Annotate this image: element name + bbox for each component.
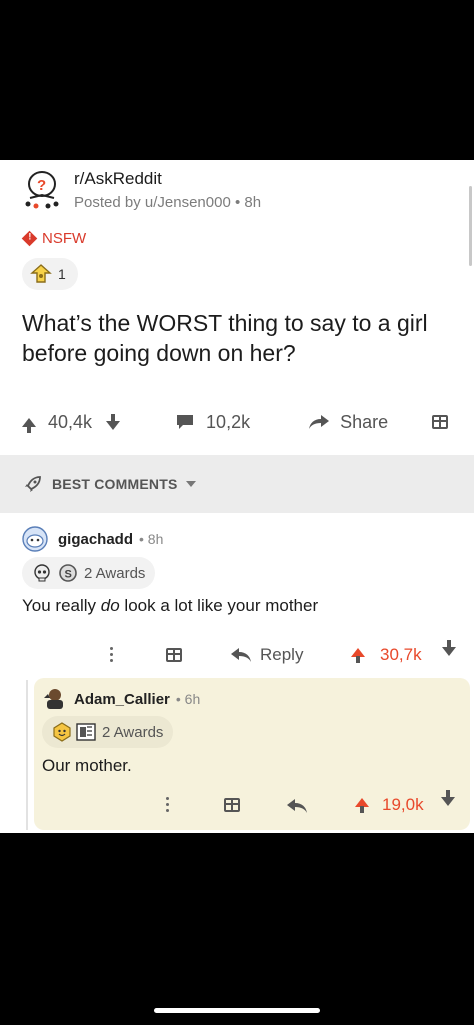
nsfw-label: NSFW: [42, 230, 87, 247]
post-score: 40,4k: [48, 411, 93, 432]
more-options-icon[interactable]: [166, 797, 169, 812]
award-gift-icon[interactable]: [224, 798, 240, 812]
comment-username[interactable]: gigachadd: [58, 531, 133, 548]
comment-award-count: 2 Awards: [102, 723, 164, 741]
comment-time: • 8h: [139, 531, 164, 547]
share-label: Share: [340, 411, 389, 432]
comment-time: • 6h: [175, 691, 201, 707]
post-title[interactable]: What’s the WORST thing to say to a girl …: [22, 308, 462, 368]
award-gift-icon[interactable]: [166, 648, 182, 662]
upvote-icon[interactable]: [351, 648, 365, 663]
svg-text:?: ?: [37, 177, 46, 194]
post-author-line[interactable]: Posted by u/Jensen000 • 8h: [74, 192, 261, 214]
comment-action-bar: Reply 30,7k: [0, 636, 474, 676]
comment-score: 30,7k: [380, 645, 422, 664]
share-button[interactable]: Share: [308, 412, 388, 433]
nsfw-icon: [21, 230, 38, 247]
reply-icon: [231, 648, 251, 662]
comment-count: 10,2k: [206, 411, 251, 432]
comment-icon: [177, 415, 194, 429]
downvote-icon[interactable]: [106, 413, 121, 430]
reply-icon[interactable]: [286, 798, 308, 814]
award-gift-icon[interactable]: [432, 415, 449, 429]
comment-text-prefix: You really: [22, 596, 101, 615]
comment-award-count: 2 Awards: [84, 564, 146, 582]
comment-text-emphasis: do: [100, 596, 120, 615]
comment-awards[interactable]: S 2 Awards: [22, 557, 156, 589]
comment-username[interactable]: Adam_Callier: [74, 691, 170, 708]
award-count: 1: [58, 266, 66, 282]
downvote-icon[interactable]: [441, 790, 455, 806]
comment-sort-bar[interactable]: BEST COMMENTS: [0, 455, 474, 513]
reply-label: Reply: [260, 645, 304, 664]
comment-awards[interactable]: 2 Awards: [42, 716, 174, 748]
home-indicator[interactable]: [154, 1008, 320, 1013]
scrollbar[interactable]: [469, 186, 472, 266]
comment-action-bar: 19,0k: [34, 786, 470, 826]
award-icon: [30, 264, 52, 283]
silver-award-icon: S: [59, 564, 77, 582]
sort-label: BEST COMMENTS: [52, 476, 178, 492]
post-awards[interactable]: 1: [22, 258, 78, 290]
comment-body: Our mother.: [42, 756, 132, 775]
post-action-bar: 40,4k 10,2k Share: [0, 402, 474, 442]
table-award-icon: [76, 723, 96, 741]
subreddit-icon[interactable]: ?: [22, 168, 62, 210]
comment-body: You really do look a lot like your mothe…: [22, 596, 318, 616]
reddit-post-screen: ? r/AskReddit Posted by u/Jensen000 • 8h…: [0, 160, 474, 833]
reply-comment: Adam_Callier • 6h 2 Awards Our mother. 1…: [34, 678, 470, 830]
avatar[interactable]: [42, 686, 68, 712]
downvote-icon[interactable]: [442, 640, 456, 656]
comment-text-suffix: look a lot like your mother: [119, 596, 319, 615]
nsfw-badge: NSFW: [21, 230, 87, 247]
subreddit-name[interactable]: r/AskReddit: [74, 168, 261, 190]
upvote-icon[interactable]: [22, 417, 36, 433]
avatar[interactable]: [22, 526, 48, 552]
thread-line[interactable]: [26, 680, 28, 830]
rocket-icon: [25, 476, 41, 492]
chevron-down-icon: [185, 481, 196, 487]
wholesome-award-icon: [53, 722, 71, 742]
share-icon: [309, 415, 330, 429]
reply-button[interactable]: Reply: [230, 645, 303, 665]
skull-award-icon: [34, 564, 50, 582]
post-header: ? r/AskReddit Posted by u/Jensen000 • 8h: [22, 168, 261, 214]
more-options-icon[interactable]: [110, 647, 113, 662]
svg-text:S: S: [65, 569, 72, 581]
comments-button[interactable]: 10,2k: [176, 412, 250, 433]
upvote-icon[interactable]: [355, 798, 369, 813]
comment-score: 19,0k: [382, 795, 424, 814]
